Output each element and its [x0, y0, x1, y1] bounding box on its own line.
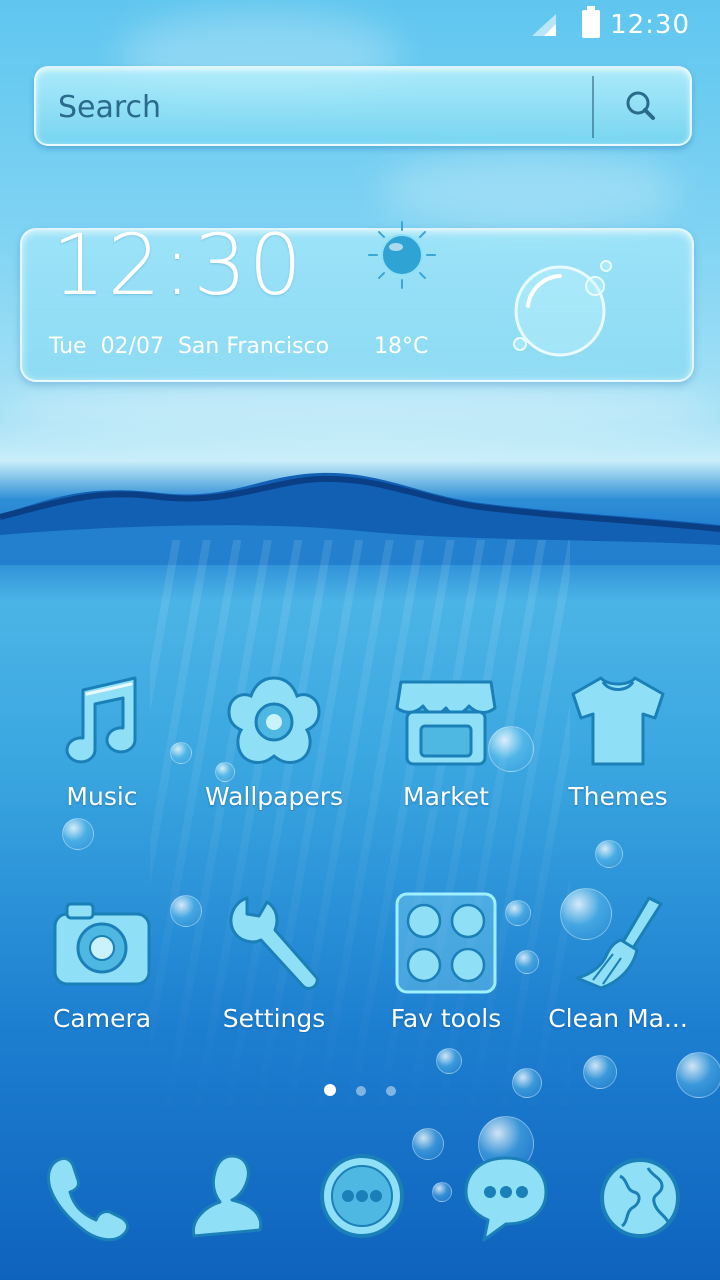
tshirt-icon: [571, 676, 665, 766]
water-drop-icon: [513, 260, 612, 357]
dock-chat-button[interactable]: [458, 1150, 554, 1246]
clock-date-location: Tue 02/07 San Francisco: [49, 334, 330, 359]
clock-time: 12:30: [52, 216, 305, 314]
search-divider: [592, 76, 594, 138]
phone-icon: [46, 1156, 130, 1242]
app-label: Fav tools: [390, 1004, 502, 1033]
page-dot[interactable]: [386, 1086, 396, 1096]
wrench-icon: [229, 896, 319, 990]
app-market[interactable]: Market: [360, 668, 532, 811]
page-dot-active[interactable]: [324, 1084, 336, 1096]
messages-icon: [320, 1154, 404, 1238]
app-camera[interactable]: Camera: [16, 890, 188, 1033]
app-label: Camera: [52, 1004, 152, 1033]
broom-icon: [575, 896, 663, 990]
signal-icon: [532, 14, 556, 36]
app-label: Clean Ma...: [548, 1004, 688, 1033]
clock-weather-widget[interactable]: 12:30 Tue 02/07 San Francisco 18°C: [20, 216, 694, 382]
app-music[interactable]: Music: [16, 668, 188, 811]
status-bar: 12:30: [0, 0, 720, 50]
app-label: Music: [66, 782, 138, 811]
music-note-icon: [65, 676, 137, 764]
dock-messages-button[interactable]: [314, 1150, 410, 1246]
weather-temperature: 18°C: [374, 334, 429, 359]
contacts-icon: [191, 1154, 263, 1238]
browser-globe-icon: [600, 1158, 680, 1238]
app-wallpapers[interactable]: Wallpapers: [188, 668, 360, 811]
page-dot[interactable]: [356, 1086, 366, 1096]
search-bar[interactable]: [34, 66, 692, 146]
store-icon: [395, 680, 497, 766]
light-rays: [150, 540, 570, 1140]
app-themes[interactable]: Themes: [532, 668, 704, 811]
app-label: Themes: [568, 782, 668, 811]
chat-icon: [464, 1156, 548, 1242]
sun-icon: [368, 221, 436, 289]
search-button[interactable]: [611, 80, 671, 132]
search-icon: [626, 91, 655, 120]
folder-grid-icon: [395, 892, 497, 994]
app-label: Wallpapers: [204, 782, 344, 811]
dock-phone-button[interactable]: [38, 1150, 134, 1246]
status-time: 12:30: [610, 10, 690, 40]
app-fav-tools[interactable]: Fav tools: [360, 890, 532, 1033]
camera-icon: [53, 902, 151, 986]
app-settings[interactable]: Settings: [188, 890, 360, 1033]
flower-icon: [227, 676, 321, 764]
page-indicator: [0, 1084, 720, 1098]
app-label: Settings: [222, 1004, 326, 1033]
dock-browser-button[interactable]: [592, 1150, 688, 1246]
dock-contacts-button[interactable]: [180, 1150, 276, 1246]
app-clean-master[interactable]: Clean Ma...: [532, 890, 704, 1033]
app-label: Market: [403, 782, 489, 811]
battery-icon: [582, 6, 600, 38]
search-input[interactable]: [56, 86, 580, 128]
